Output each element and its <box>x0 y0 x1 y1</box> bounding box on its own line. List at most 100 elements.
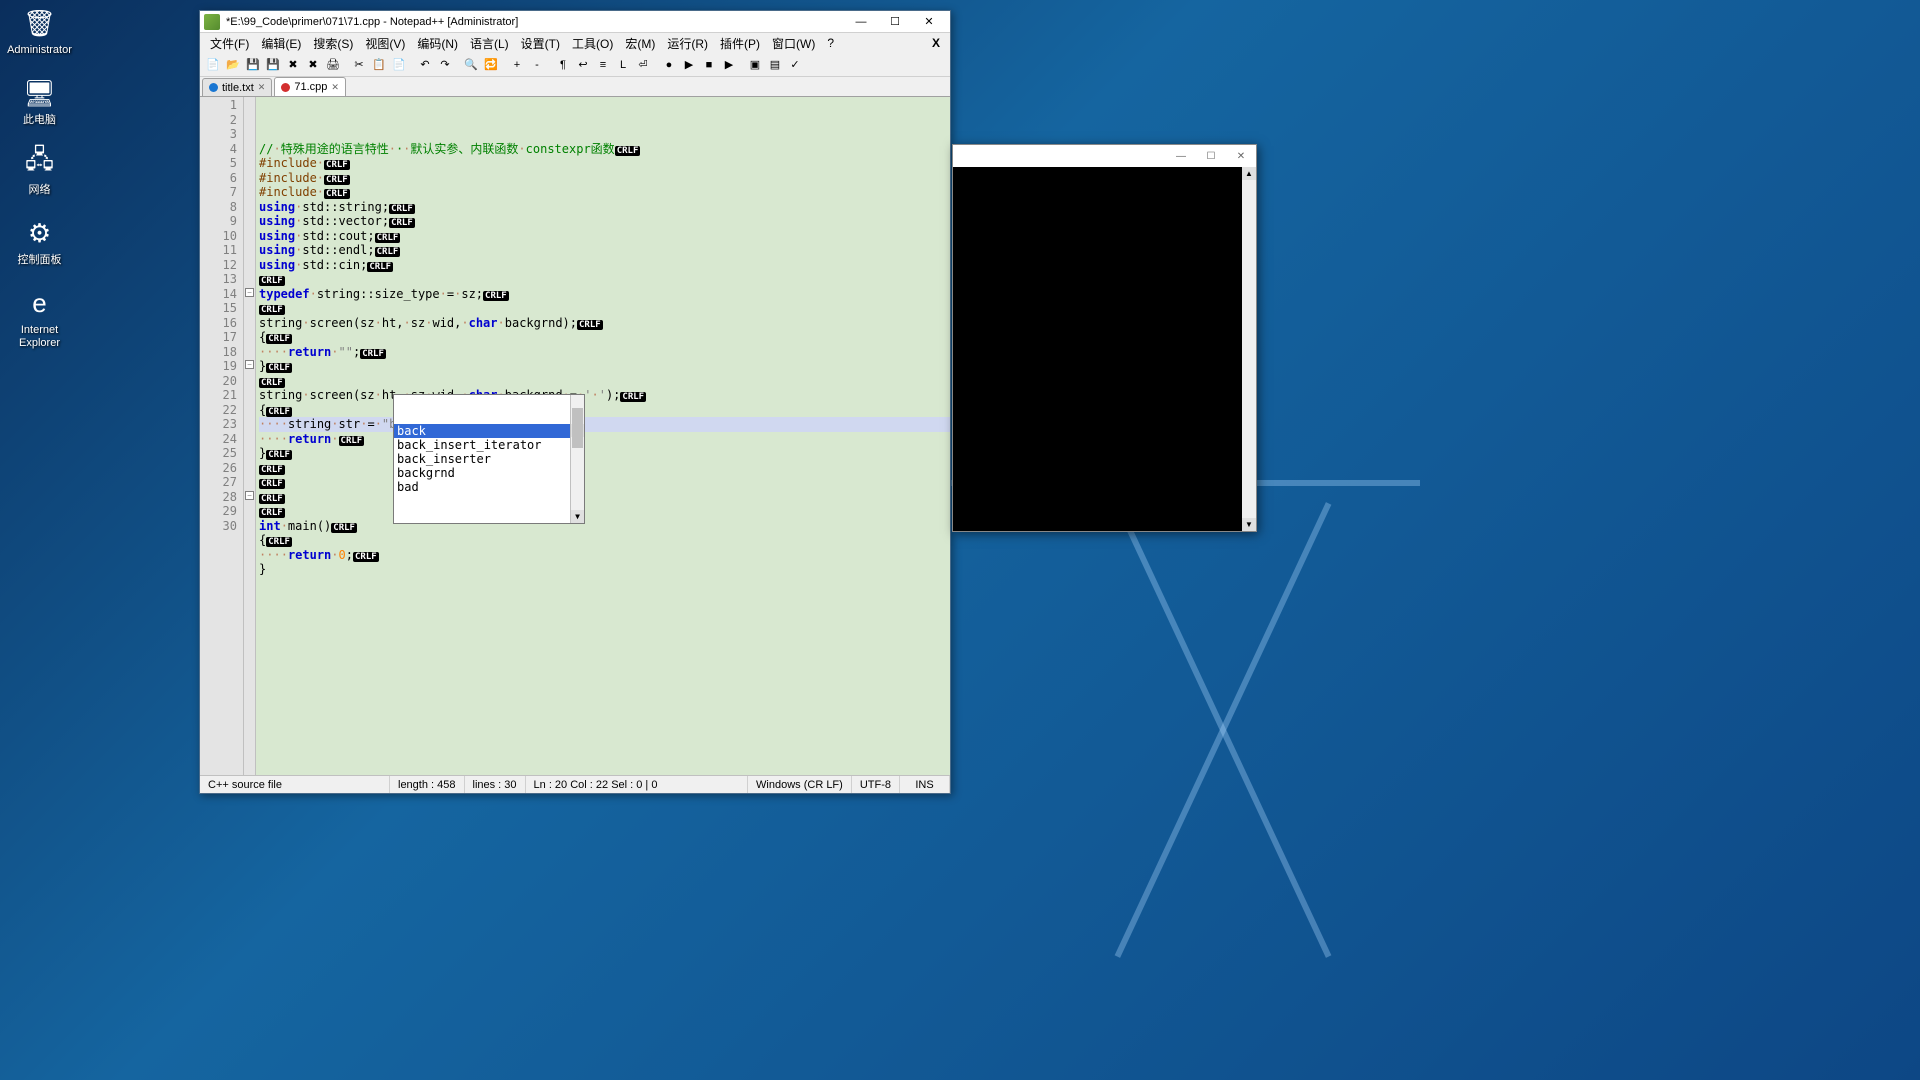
code-line[interactable]: #include·CRLF <box>259 171 950 186</box>
code-line[interactable]: using·std::cout;CRLF <box>259 229 950 244</box>
code-line[interactable]: {CRLF <box>259 330 950 345</box>
zoom-out-button[interactable]: - <box>528 56 546 74</box>
ws-button[interactable]: ¶ <box>554 56 572 74</box>
unfold-button[interactable]: ▤ <box>766 56 784 74</box>
spell-button[interactable]: ✓ <box>786 56 804 74</box>
autocomplete-item[interactable]: backgrnd <box>394 466 584 480</box>
code-line[interactable]: typedef·string::size_type·=·sz;CRLF <box>259 287 950 302</box>
lang-button[interactable]: L <box>614 56 632 74</box>
scroll-up-icon[interactable]: ▲ <box>1242 167 1256 180</box>
autocomplete-item[interactable]: back <box>394 424 584 438</box>
code-line[interactable]: CRLF <box>259 301 950 316</box>
save-button[interactable]: 💾 <box>244 56 262 74</box>
fold-toggle[interactable]: − <box>245 288 254 297</box>
console-minimize-button[interactable]: — <box>1166 147 1196 165</box>
scroll-thumb[interactable] <box>572 408 583 448</box>
redo-button[interactable]: ↷ <box>436 56 454 74</box>
console-body[interactable] <box>953 167 1242 531</box>
code-line[interactable]: CRLF <box>259 374 950 389</box>
code-line[interactable]: using·std::endl;CRLF <box>259 243 950 258</box>
rec-button[interactable]: ● <box>660 56 678 74</box>
minimize-button[interactable]: — <box>844 12 878 32</box>
desktop-icon-recycle-bin[interactable]: 🗑Administrator <box>2 5 77 57</box>
console-titlebar[interactable]: — ☐ ✕ <box>953 145 1256 167</box>
cut-button[interactable]: ✂ <box>350 56 368 74</box>
eol-button[interactable]: ⏎ <box>634 56 652 74</box>
wrap-button[interactable]: ↩ <box>574 56 592 74</box>
fold-toggle[interactable]: − <box>245 360 254 369</box>
find-button[interactable]: 🔍 <box>462 56 480 74</box>
code-line[interactable]: ····return·0;CRLF <box>259 548 950 563</box>
autocomplete-item[interactable]: back_insert_iterator <box>394 438 584 452</box>
print-button[interactable]: 🖨 <box>324 56 342 74</box>
indent-button[interactable]: ≡ <box>594 56 612 74</box>
play-button[interactable]: ▶ <box>680 56 698 74</box>
console-scrollbar[interactable]: ▲ ▼ <box>1242 167 1256 531</box>
undo-button[interactable]: ↶ <box>416 56 434 74</box>
menu-item[interactable]: 运行(R) <box>661 33 714 54</box>
play2-button[interactable]: ▶ <box>720 56 738 74</box>
code-line[interactable]: using·std::cin;CRLF <box>259 258 950 273</box>
code-line[interactable]: using·std::string;CRLF <box>259 200 950 215</box>
code-line[interactable]: int·main()CRLF <box>259 519 950 534</box>
tab-close-icon[interactable]: ✕ <box>331 82 339 93</box>
close-button[interactable]: ✕ <box>912 12 946 32</box>
zoom-in-button[interactable]: + <box>508 56 526 74</box>
scroll-down-icon[interactable]: ▼ <box>1242 518 1256 531</box>
code-line[interactable]: string·screen(sz·ht,·sz·wid,·char·backgr… <box>259 388 950 403</box>
autocomplete-scrollbar[interactable]: ▲ ▼ <box>570 395 584 523</box>
menu-close-button[interactable]: X <box>926 36 946 50</box>
menu-item[interactable]: 视图(V) <box>359 33 411 54</box>
menu-item[interactable]: 语言(L) <box>464 33 515 54</box>
menu-item[interactable]: ? <box>821 34 840 52</box>
fold-button[interactable]: ▣ <box>746 56 764 74</box>
scroll-down-icon[interactable]: ▼ <box>571 510 584 523</box>
maximize-button[interactable]: ☐ <box>878 12 912 32</box>
tab-71-cpp[interactable]: 71.cpp✕ <box>274 77 346 96</box>
code-line[interactable]: } <box>259 562 950 577</box>
open-button[interactable]: 📂 <box>224 56 242 74</box>
desktop-icon-this-pc[interactable]: 🖥此电脑 <box>2 75 77 127</box>
code-line[interactable]: string·screen(sz·ht,·sz·wid,·char·backgr… <box>259 316 950 331</box>
code-line[interactable]: ····return·"";CRLF <box>259 345 950 360</box>
code-line[interactable]: CRLF <box>259 504 950 519</box>
code-area[interactable]: //·特殊用途的语言特性···默认实参、内联函数·constexpr函数CRLF… <box>256 97 950 775</box>
new-button[interactable]: 📄 <box>204 56 222 74</box>
code-line[interactable]: CRLF <box>259 272 950 287</box>
tab-close-icon[interactable]: ✕ <box>258 82 266 93</box>
fold-toggle[interactable]: − <box>245 491 254 500</box>
tab-title-txt[interactable]: title.txt✕ <box>202 78 272 96</box>
copy-button[interactable]: 📋 <box>370 56 388 74</box>
stop-button[interactable]: ■ <box>700 56 718 74</box>
menu-item[interactable]: 工具(O) <box>566 33 619 54</box>
menu-item[interactable]: 设置(T) <box>515 33 566 54</box>
menu-item[interactable]: 宏(M) <box>619 33 661 54</box>
titlebar[interactable]: *E:\99_Code\primer\071\71.cpp - Notepad+… <box>200 11 950 33</box>
console-close-button[interactable]: ✕ <box>1226 147 1256 165</box>
code-line[interactable]: ····return·CRLF <box>259 432 950 447</box>
code-line[interactable]: //·特殊用途的语言特性···默认实参、内联函数·constexpr函数CRLF <box>259 142 950 157</box>
replace-button[interactable]: 🔁 <box>482 56 500 74</box>
autocomplete-popup[interactable]: backback_insert_iteratorback_inserterbac… <box>393 394 585 524</box>
desktop-icon-ie[interactable]: eInternet Explorer <box>2 285 77 350</box>
console-maximize-button[interactable]: ☐ <box>1196 147 1226 165</box>
menu-item[interactable]: 插件(P) <box>714 33 766 54</box>
close-button[interactable]: ✖ <box>284 56 302 74</box>
code-line[interactable]: {CRLF <box>259 533 950 548</box>
paste-button[interactable]: 📄 <box>390 56 408 74</box>
save-all-button[interactable]: 💾 <box>264 56 282 74</box>
menu-item[interactable]: 编辑(E) <box>255 33 307 54</box>
code-line[interactable]: #include·CRLF <box>259 185 950 200</box>
desktop-icon-control-panel[interactable]: ⚙控制面板 <box>2 215 77 267</box>
code-line[interactable]: }CRLF <box>259 359 950 374</box>
menu-item[interactable]: 编码(N) <box>411 33 464 54</box>
desktop-icon-network[interactable]: 🖧网络 <box>2 145 77 197</box>
menu-item[interactable]: 窗口(W) <box>766 33 821 54</box>
menu-item[interactable]: 搜索(S) <box>307 33 359 54</box>
menu-item[interactable]: 文件(F) <box>204 33 255 54</box>
code-line[interactable]: using·std::vector;CRLF <box>259 214 950 229</box>
code-line[interactable]: #include·CRLF <box>259 156 950 171</box>
close-all-button[interactable]: ✖ <box>304 56 322 74</box>
autocomplete-item[interactable]: bad <box>394 480 584 494</box>
autocomplete-item[interactable]: back_inserter <box>394 452 584 466</box>
